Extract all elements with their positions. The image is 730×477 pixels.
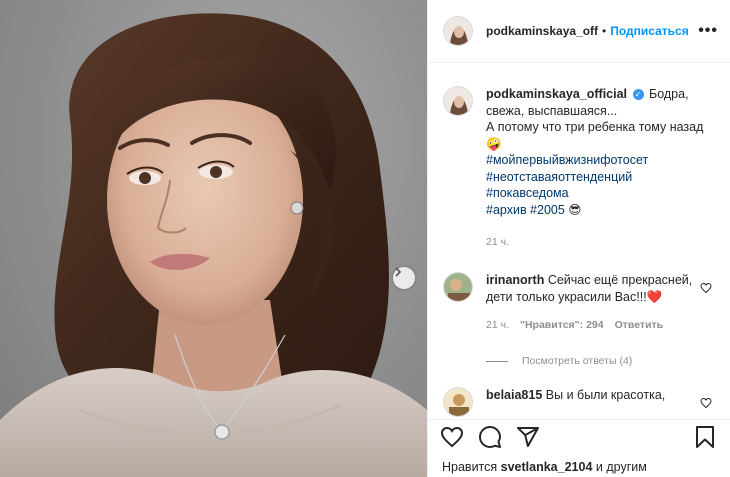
more-options-button[interactable]: •••: [698, 22, 718, 40]
bookmark-icon[interactable]: [694, 425, 716, 449]
caption-timestamp[interactable]: 21 ч.: [486, 236, 716, 248]
hashtag-link[interactable]: #мойпервыйвжизнифотосет: [486, 152, 706, 169]
avatar-image: [444, 273, 472, 301]
separator-dot: •: [602, 24, 607, 38]
comment-body: Вы и были красотка,: [545, 388, 666, 402]
follow-button[interactable]: Подписаться: [610, 24, 688, 38]
chevron-right-icon: [395, 267, 402, 277]
comment-icon[interactable]: [478, 425, 502, 449]
share-icon[interactable]: [516, 425, 540, 449]
heart-icon[interactable]: [440, 425, 464, 449]
likes-summary: Нравится svetlanka_2104 и другим: [442, 460, 716, 474]
like-comment-heart-icon[interactable]: [700, 397, 712, 409]
reply-button[interactable]: Ответить: [615, 319, 664, 331]
comment-meta: 21 ч. "Нравится": 294 Ответить: [486, 319, 716, 331]
replies-divider-line: [486, 360, 508, 362]
like-comment-heart-icon[interactable]: [700, 282, 712, 294]
hashtag-link[interactable]: #покавседома: [486, 185, 706, 202]
post-caption: podkaminskaya_official ✓ Бодра, свежа, в…: [443, 86, 716, 218]
post-photo[interactable]: [0, 0, 427, 477]
comment-text: belaia815 Вы и были красотка,: [486, 387, 701, 417]
post-header: podkaminskaya_off • Подписаться •••: [428, 0, 730, 63]
carousel-next-button[interactable]: [393, 267, 415, 289]
caption-username-link[interactable]: podkaminskaya_official: [486, 87, 627, 101]
caption-author-avatar[interactable]: [443, 86, 473, 116]
hashtag-link[interactable]: #архив #2005: [486, 203, 565, 217]
avatar-image: [444, 17, 472, 45]
avatar-image: [444, 388, 472, 416]
view-replies-button[interactable]: Посмотреть ответы (4): [486, 355, 716, 367]
zany-face-emoji: 🤪: [486, 136, 502, 151]
avatar-image: [444, 87, 472, 115]
commenter-avatar[interactable]: [443, 387, 473, 417]
commenter-avatar[interactable]: [443, 272, 473, 302]
heart-emoji: ❤️: [646, 289, 663, 304]
post-actions: Нравится svetlanka_2104 и другим: [428, 419, 730, 477]
likes-prefix: Нравится: [442, 460, 498, 474]
commenter-username-link[interactable]: irinanorth: [486, 273, 544, 287]
action-icons-row: [440, 420, 716, 454]
comment-timestamp[interactable]: 21 ч.: [486, 319, 509, 331]
author-avatar[interactable]: [443, 16, 473, 46]
comment-likes-count[interactable]: "Нравится": 294: [520, 319, 604, 331]
post-dialog: podkaminskaya_off • Подписаться ••• podk…: [0, 0, 730, 477]
caption-text: podkaminskaya_official ✓ Бодра, свежа, в…: [486, 86, 706, 218]
liked-by-user-link[interactable]: svetlanka_2104: [501, 460, 593, 474]
post-side-panel: podkaminskaya_off • Подписаться ••• podk…: [427, 0, 730, 477]
likes-suffix[interactable]: и другим: [596, 460, 647, 474]
commenter-username-link[interactable]: belaia815: [486, 388, 542, 402]
comment-text: irinanorth Сейчас ещё прекрасней, дети т…: [486, 272, 701, 305]
portrait-image: [0, 13, 427, 477]
comments-feed[interactable]: podkaminskaya_official ✓ Бодра, свежа, в…: [428, 64, 730, 419]
header-username-link[interactable]: podkaminskaya_off: [486, 24, 598, 38]
verified-icon: ✓: [632, 89, 644, 101]
caption-line-2: А потому что три ребенка тому назад: [486, 120, 704, 134]
view-replies-label: Посмотреть ответы (4): [522, 355, 633, 367]
comment-item: irinanorth Сейчас ещё прекрасней, дети т…: [443, 272, 716, 305]
sunglasses-emoji: 😎: [568, 202, 582, 217]
comment-item: belaia815 Вы и были красотка,: [443, 387, 716, 417]
hashtag-link[interactable]: #неотставаяоттенденций: [486, 169, 706, 186]
